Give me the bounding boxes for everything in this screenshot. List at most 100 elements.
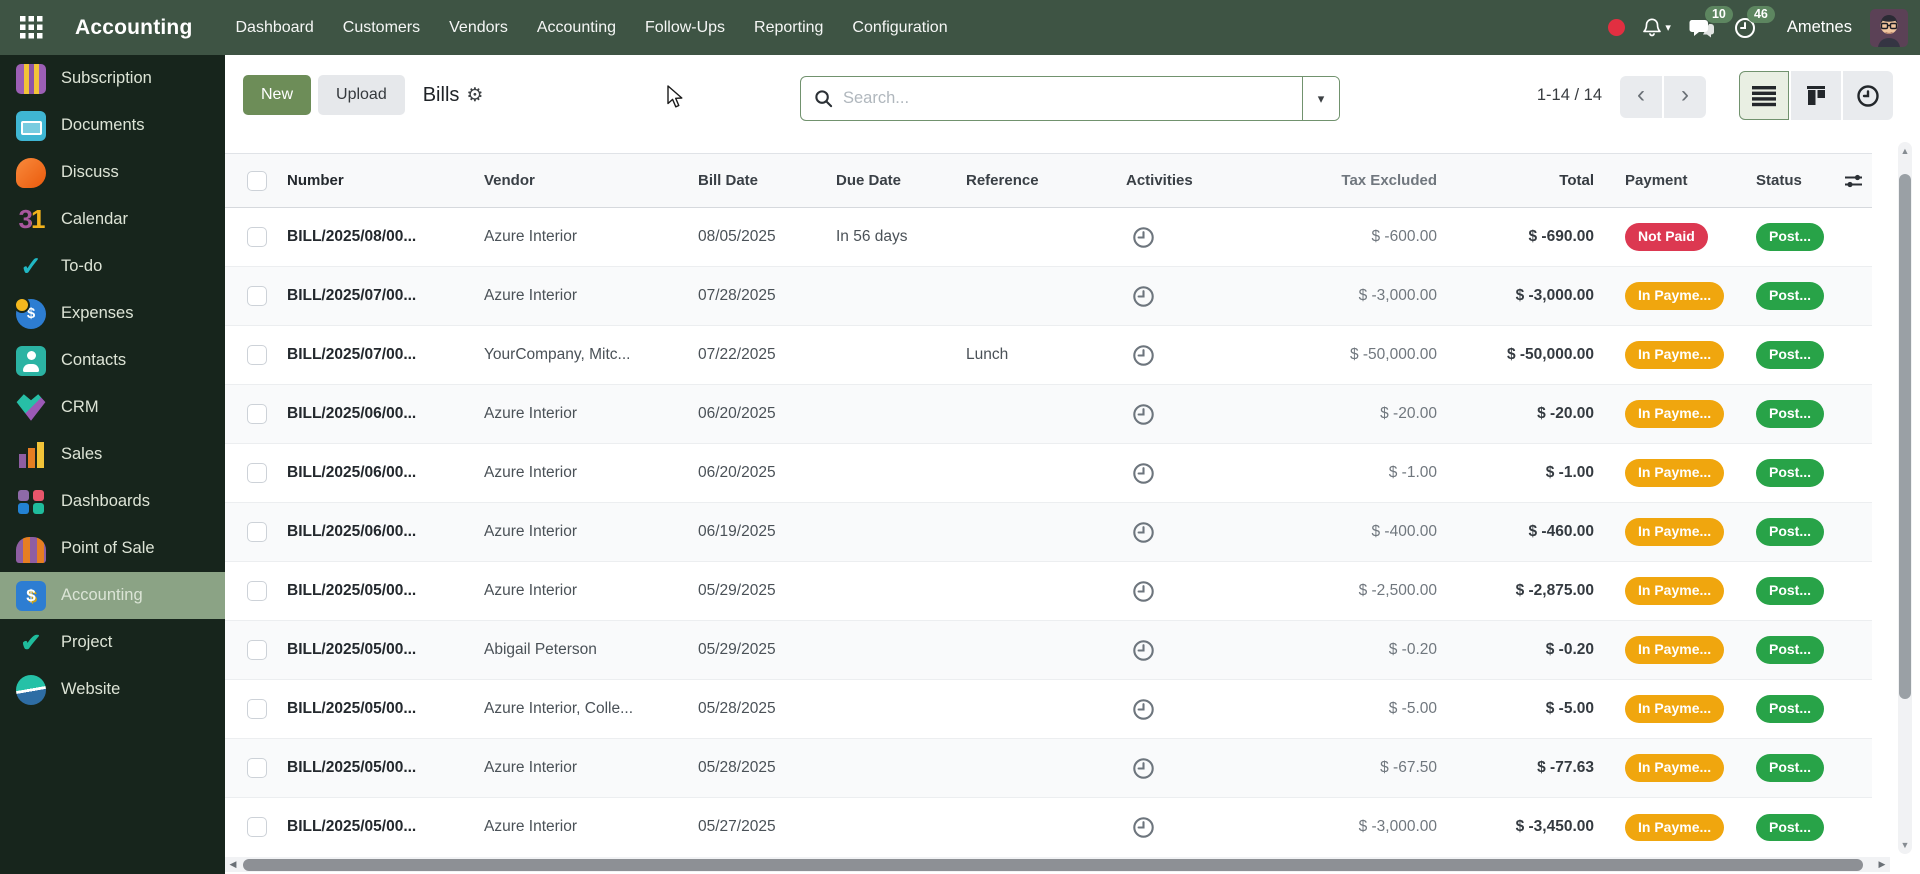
horizontal-scrollbar-thumb[interactable] bbox=[243, 859, 1863, 871]
column-options-sliders-icon[interactable] bbox=[1843, 171, 1864, 191]
row-checkbox[interactable] bbox=[247, 522, 267, 542]
reference bbox=[962, 267, 1118, 326]
vertical-scrollbar-thumb[interactable] bbox=[1899, 174, 1911, 699]
scroll-right-arrow-icon[interactable]: ▶ bbox=[1875, 858, 1889, 871]
sidebar-item-point-of-sale[interactable]: Point of Sale bbox=[0, 525, 225, 572]
row-activity-clock-icon[interactable] bbox=[1132, 639, 1155, 662]
activity-view-button[interactable] bbox=[1843, 71, 1893, 120]
column-header-tax-excluded[interactable]: Tax Excluded bbox=[1206, 154, 1443, 208]
column-header-vendor[interactable]: Vendor bbox=[478, 154, 694, 208]
table-row[interactable]: BILL/2025/05/00... Azure Interior, Colle… bbox=[225, 680, 1872, 739]
kanban-view-button[interactable] bbox=[1791, 71, 1841, 120]
cog-menu-gear-icon[interactable]: ⚙ bbox=[466, 86, 483, 105]
sidebar-item-expenses[interactable]: $ Expenses bbox=[0, 290, 225, 337]
table-row[interactable]: BILL/2025/08/00... Azure Interior 08/05/… bbox=[225, 208, 1872, 267]
menu-follow-ups[interactable]: Follow-Ups bbox=[634, 11, 736, 45]
sidebar-item-subscription[interactable]: Subscription bbox=[0, 55, 225, 102]
scroll-up-arrow-icon[interactable]: ▲ bbox=[1898, 146, 1912, 156]
reference bbox=[962, 562, 1118, 621]
row-activity-clock-icon[interactable] bbox=[1132, 226, 1155, 249]
sidebar-item-project[interactable]: ✔ Project bbox=[0, 619, 225, 666]
menu-accounting[interactable]: Accounting bbox=[526, 11, 627, 45]
table-row[interactable]: BILL/2025/05/00... Abigail Peterson 05/2… bbox=[225, 621, 1872, 680]
row-activity-clock-icon[interactable] bbox=[1132, 462, 1155, 485]
row-checkbox[interactable] bbox=[247, 581, 267, 601]
search-filters-toggle[interactable]: ▾ bbox=[1302, 77, 1339, 120]
row-activity-clock-icon[interactable] bbox=[1132, 285, 1155, 308]
bill-date: 07/22/2025 bbox=[694, 326, 832, 385]
row-activity-clock-icon[interactable] bbox=[1132, 521, 1155, 544]
table-row[interactable]: BILL/2025/07/00... YourCompany, Mitc... … bbox=[225, 326, 1872, 385]
table-row[interactable]: BILL/2025/05/00... Azure Interior 05/27/… bbox=[225, 798, 1872, 857]
menu-dashboard[interactable]: Dashboard bbox=[225, 11, 325, 45]
pager-previous-button[interactable]: ‹ bbox=[1620, 76, 1662, 118]
row-checkbox[interactable] bbox=[247, 345, 267, 365]
column-header-status[interactable]: Status bbox=[1731, 154, 1835, 208]
sidebar-item-documents[interactable]: Documents bbox=[0, 102, 225, 149]
row-checkbox[interactable] bbox=[247, 758, 267, 778]
row-activity-clock-icon[interactable] bbox=[1132, 344, 1155, 367]
table-row[interactable]: BILL/2025/06/00... Azure Interior 06/20/… bbox=[225, 444, 1872, 503]
row-activity-clock-icon[interactable] bbox=[1132, 816, 1155, 839]
row-checkbox[interactable] bbox=[247, 640, 267, 660]
scroll-left-arrow-icon[interactable]: ◀ bbox=[226, 858, 240, 871]
search-input[interactable] bbox=[833, 89, 1302, 108]
activities-button[interactable]: 46 bbox=[1731, 14, 1759, 42]
sidebar-item-calendar[interactable]: 31 Calendar bbox=[0, 196, 225, 243]
sidebar-item-label: Accounting bbox=[61, 586, 143, 605]
payment-status-badge: In Payme... bbox=[1625, 341, 1724, 368]
row-checkbox[interactable] bbox=[247, 286, 267, 306]
row-checkbox[interactable] bbox=[247, 817, 267, 837]
bill-vendor: Azure Interior bbox=[478, 503, 694, 562]
column-header-total[interactable]: Total bbox=[1443, 154, 1600, 208]
table-row[interactable]: BILL/2025/07/00... Azure Interior 07/28/… bbox=[225, 267, 1872, 326]
row-activity-clock-icon[interactable] bbox=[1132, 403, 1155, 426]
vertical-scrollbar[interactable]: ▲ ▼ bbox=[1898, 142, 1912, 854]
user-menu[interactable]: Ametnes bbox=[1787, 18, 1852, 37]
menu-configuration[interactable]: Configuration bbox=[841, 11, 958, 45]
payment-status-badge: In Payme... bbox=[1625, 282, 1724, 309]
calendar-app-icon: 31 bbox=[16, 205, 46, 235]
row-checkbox[interactable] bbox=[247, 699, 267, 719]
tax-excluded-amount: $ -3,000.00 bbox=[1206, 267, 1443, 326]
menu-customers[interactable]: Customers bbox=[332, 11, 431, 45]
notifications-bell-button[interactable]: ▾ bbox=[1639, 15, 1673, 41]
sidebar-item-dashboards[interactable]: Dashboards bbox=[0, 478, 225, 525]
sidebar-item-accounting[interactable]: $ Accounting bbox=[0, 572, 225, 619]
column-header-activities[interactable]: Activities bbox=[1118, 154, 1206, 208]
column-header-payment[interactable]: Payment bbox=[1600, 154, 1731, 208]
pager-next-button[interactable]: › bbox=[1664, 76, 1706, 118]
apps-grid-icon[interactable] bbox=[14, 11, 48, 45]
horizontal-scrollbar[interactable]: ◀ ▶ bbox=[225, 857, 1890, 872]
avatar[interactable] bbox=[1870, 9, 1908, 47]
sidebar-item-discuss[interactable]: Discuss bbox=[0, 149, 225, 196]
sidebar-item-website[interactable]: Website bbox=[0, 666, 225, 713]
column-header-number[interactable]: Number bbox=[283, 154, 478, 208]
row-checkbox[interactable] bbox=[247, 227, 267, 247]
table-row[interactable]: BILL/2025/06/00... Azure Interior 06/20/… bbox=[225, 385, 1872, 444]
upload-button[interactable]: Upload bbox=[318, 75, 405, 115]
row-activity-clock-icon[interactable] bbox=[1132, 698, 1155, 721]
list-view-button[interactable] bbox=[1739, 71, 1789, 120]
table-row[interactable]: BILL/2025/05/00... Azure Interior 05/29/… bbox=[225, 562, 1872, 621]
new-button[interactable]: New bbox=[243, 75, 311, 115]
messages-button[interactable]: 10 bbox=[1687, 14, 1717, 42]
app-brand[interactable]: Accounting bbox=[75, 16, 193, 40]
select-all-checkbox[interactable] bbox=[247, 171, 267, 191]
row-checkbox[interactable] bbox=[247, 404, 267, 424]
column-header-reference[interactable]: Reference bbox=[962, 154, 1118, 208]
column-header-due-date[interactable]: Due Date bbox=[832, 154, 962, 208]
row-activity-clock-icon[interactable] bbox=[1132, 757, 1155, 780]
sidebar-item-contacts[interactable]: Contacts bbox=[0, 337, 225, 384]
sidebar-item-to-do[interactable]: ✓ To-do bbox=[0, 243, 225, 290]
sidebar-item-sales[interactable]: Sales bbox=[0, 431, 225, 478]
menu-reporting[interactable]: Reporting bbox=[743, 11, 834, 45]
menu-vendors[interactable]: Vendors bbox=[438, 11, 519, 45]
row-checkbox[interactable] bbox=[247, 463, 267, 483]
table-row[interactable]: BILL/2025/06/00... Azure Interior 06/19/… bbox=[225, 503, 1872, 562]
column-header-bill-date[interactable]: Bill Date bbox=[694, 154, 832, 208]
row-activity-clock-icon[interactable] bbox=[1132, 580, 1155, 603]
scroll-down-arrow-icon[interactable]: ▼ bbox=[1898, 840, 1912, 850]
sidebar-item-crm[interactable]: CRM bbox=[0, 384, 225, 431]
table-row[interactable]: BILL/2025/05/00... Azure Interior 05/28/… bbox=[225, 739, 1872, 798]
